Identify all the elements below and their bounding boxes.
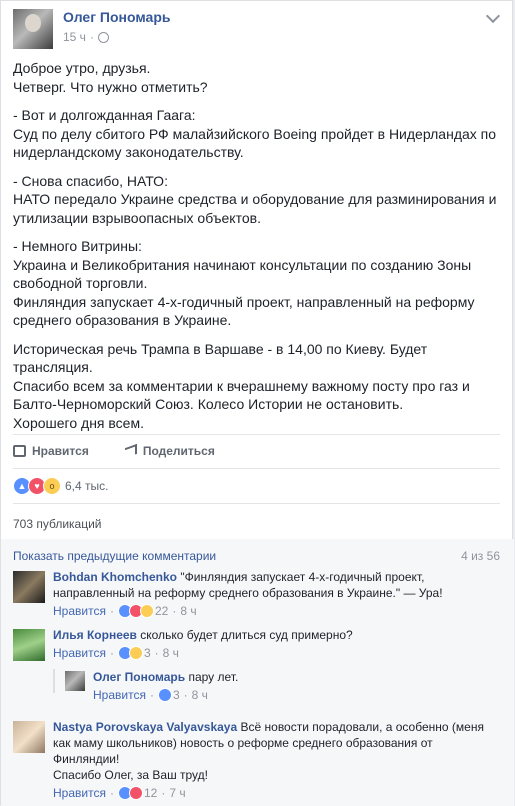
comment-text: пару лет. xyxy=(188,670,239,684)
comment-footer: Нравится · 12 · 7 ч xyxy=(53,785,186,801)
comment-footer: Нравится · 22 · 8 ч xyxy=(53,603,197,619)
post-card: Олег Пономарь 15 ч · Доброе утро, друзья… xyxy=(0,0,514,806)
like-label: Нравится xyxy=(32,444,89,458)
comment-reaction-count[interactable]: 3 xyxy=(144,645,151,661)
show-previous-comments-link[interactable]: Показать предыдущие комментарии xyxy=(13,549,216,563)
author-name[interactable]: Олег Пономарь xyxy=(63,9,170,25)
wow-reaction-icon: o xyxy=(43,477,61,495)
comment: Bohdan Khomchenko "Финляндия запускает 4… xyxy=(13,569,502,619)
reply-thread-line xyxy=(53,669,55,693)
share-icon xyxy=(124,443,137,459)
comment-reactions-icon xyxy=(117,646,143,660)
commenter-name[interactable]: Олег Пономарь xyxy=(93,670,185,684)
comment-footer: Нравится · 3 · 8 ч xyxy=(93,687,208,703)
thumbs-up-icon xyxy=(13,445,26,457)
comments-section: Показать предыдущие комментарии 4 из 56 … xyxy=(1,539,514,806)
comment-time[interactable]: 8 ч xyxy=(163,645,179,661)
chevron-down-icon[interactable] xyxy=(485,8,501,24)
commenter-name[interactable]: Nastya Porovskaya Valyavskaya xyxy=(53,720,237,734)
comment-text: сколько будет длиться суд примерно? xyxy=(140,628,353,642)
comment-time[interactable]: 8 ч xyxy=(180,603,196,619)
post-text: Доброе утро, друзья. Четверг. Что нужно … xyxy=(13,59,499,442)
globe-icon xyxy=(97,31,109,43)
author-avatar[interactable] xyxy=(13,9,53,49)
commenter-avatar[interactable] xyxy=(65,671,85,691)
commenter-avatar[interactable] xyxy=(13,571,45,603)
commenter-avatar[interactable] xyxy=(13,721,45,753)
comment-like-link[interactable]: Нравится xyxy=(53,645,106,661)
commenter-name[interactable]: Bohdan Khomchenko xyxy=(53,570,177,584)
reactions-summary[interactable]: ▲ ♥ o 6,4 тыс. xyxy=(13,477,108,495)
comment-like-link[interactable]: Нравится xyxy=(53,603,106,619)
divider xyxy=(13,434,500,435)
commenter-name[interactable]: Илья Корнеев xyxy=(53,628,137,642)
post-time[interactable]: 15 ч xyxy=(63,30,86,44)
post-actions: Нравится Поделиться xyxy=(13,439,215,463)
post-header: Олег Пономарь 15 ч · xyxy=(13,7,501,51)
post-paragraph: Доброе утро, друзья. Четверг. Что нужно … xyxy=(13,60,208,95)
comment-like-link[interactable]: Нравится xyxy=(53,785,106,801)
reply-comment: Олег Пономарь пару лет. Нравится · 3 · 8 ч xyxy=(65,669,502,705)
post-paragraph: Историческая речь Трампа в Варшаве - в 1… xyxy=(13,340,470,431)
post-paragraph: - Немного Витрины: Украина и Великобрита… xyxy=(13,238,475,328)
comments-page-count: 4 из 56 xyxy=(461,549,500,563)
comment-reactions-icon xyxy=(117,786,143,800)
share-button[interactable]: Поделиться xyxy=(124,443,215,459)
post-paragraph: - Снова спасибо, НАТО: НАТО передало Укр… xyxy=(13,172,497,226)
comment-reactions-icon xyxy=(157,688,172,702)
divider xyxy=(13,468,500,469)
comment-time[interactable]: 8 ч xyxy=(192,687,208,703)
comment: Nastya Porovskaya Valyavskaya Всё новост… xyxy=(13,719,502,803)
post-meta: 15 ч · xyxy=(63,30,109,44)
comment-footer: Нравится · 3 · 8 ч xyxy=(53,645,179,661)
comment-reaction-count[interactable]: 12 xyxy=(144,785,157,801)
commenter-avatar[interactable] xyxy=(13,629,45,661)
share-label: Поделиться xyxy=(142,444,215,458)
comment-reaction-count[interactable]: 22 xyxy=(155,603,168,619)
comment-reactions-icon xyxy=(117,604,154,618)
comment-reaction-count[interactable]: 3 xyxy=(173,687,180,703)
comment-like-link[interactable]: Нравится xyxy=(93,687,146,703)
divider xyxy=(13,503,500,504)
publications-count[interactable]: 703 публикаций xyxy=(13,517,102,531)
comment: Илья Корнеев сколько будет длиться суд п… xyxy=(13,627,502,663)
like-button[interactable]: Нравится xyxy=(13,444,89,458)
post-paragraph: - Вот и долгожданная Гаага: Суд по делу … xyxy=(13,107,497,160)
comment-time[interactable]: 7 ч xyxy=(169,785,185,801)
reactions-count: 6,4 тыс. xyxy=(65,479,109,493)
